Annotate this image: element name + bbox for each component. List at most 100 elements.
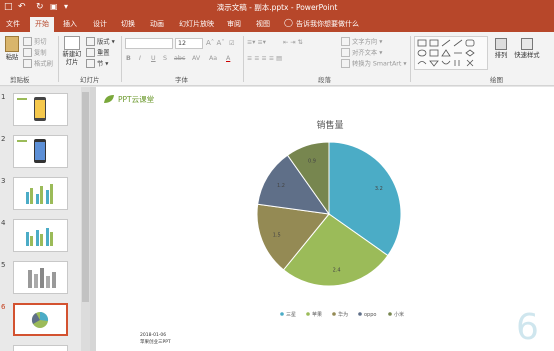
tab-file[interactable]: 文件	[6, 19, 20, 29]
change-case-button[interactable]: Aa	[209, 54, 217, 63]
font-group-label: 字体	[175, 76, 188, 84]
window-title: 演示文稿 - 副本.pptx - PowerPoint	[216, 3, 338, 12]
drawing-group-label: 绘图	[490, 76, 503, 84]
shadow-button[interactable]: S	[163, 54, 167, 63]
legend-label: 苹果	[312, 311, 322, 318]
bullets-button[interactable]: ≡▾ ≡▾	[247, 38, 266, 47]
clear-format-icon[interactable]: ☑	[229, 39, 235, 48]
align-buttons[interactable]: ≡ ≡ ≡ ≡ ▤	[247, 54, 282, 63]
thumb-number: 2	[1, 135, 6, 143]
slide-date: 2018-01-06	[140, 333, 167, 338]
data-label: 1.2	[277, 183, 285, 189]
text-direction-icon	[341, 37, 350, 46]
scrollbar-thumb[interactable]	[82, 92, 89, 302]
scissors-icon	[23, 37, 32, 46]
char-spacing-button[interactable]: AV	[192, 54, 200, 63]
tab-review[interactable]: 审阅	[227, 19, 241, 29]
new-slide-button[interactable]: 新建幻灯片	[60, 36, 84, 67]
lightbulb-icon: ◯	[284, 18, 293, 27]
align-text-button[interactable]: 对齐文本 ▾	[341, 48, 382, 58]
arrange-icon	[495, 38, 507, 50]
quick-styles-icon	[521, 38, 533, 50]
slides-group-label: 幻灯片	[80, 76, 100, 84]
clipboard-group-label: 剪贴板	[10, 76, 30, 84]
legend-marker	[358, 312, 362, 316]
font-size-combo[interactable]: 12	[175, 38, 203, 49]
thumb-preview	[26, 228, 53, 246]
slide-thumbnail-7[interactable]	[13, 345, 68, 351]
tab-home[interactable]: 开始	[30, 17, 54, 33]
slide-page-number: 6	[516, 307, 539, 348]
legend-marker	[280, 312, 284, 316]
slide-thumbnail-2[interactable]	[13, 135, 68, 168]
layout-label: 版式	[97, 38, 110, 46]
legend-marker	[388, 312, 392, 316]
paste-button[interactable]: 粘贴	[2, 36, 22, 62]
new-slide-icon	[64, 36, 80, 50]
legend-label: 三星	[286, 312, 296, 318]
current-slide[interactable]: PPT云课堂 销售量 3.2 2.4 1.5 1.2 0.9 三星 苹果 华为 oppo 小米 …	[96, 87, 554, 351]
tab-animations[interactable]: 动画	[150, 19, 164, 29]
quick-styles-label: 快速样式	[514, 52, 540, 59]
slide-thumbnail-3[interactable]	[13, 177, 68, 210]
thumb-preview	[31, 311, 49, 328]
format-painter-button[interactable]: 格式刷	[23, 59, 53, 69]
thumb-preview	[28, 268, 56, 288]
section-icon	[86, 59, 95, 68]
thumb-number: 6	[1, 303, 6, 311]
copy-label: 复制	[34, 49, 47, 57]
copy-button[interactable]: 复制	[23, 48, 47, 58]
smartart-button[interactable]: 转换为 SmartArt ▾	[341, 59, 406, 69]
section-button[interactable]: 节 ▾	[86, 59, 108, 69]
underline-button[interactable]: U	[151, 54, 156, 63]
tab-slideshow[interactable]: 幻灯片放映	[179, 19, 214, 29]
title-bar: □ ↶ ↻ ▣ ▾ 演示文稿 - 副本.pptx - PowerPoint	[0, 0, 554, 15]
pie-chart[interactable]: 销售量 3.2 2.4 1.5 1.2 0.9 三星 苹果 华为 oppo 小米	[96, 87, 554, 351]
brush-icon	[23, 59, 32, 68]
tab-design[interactable]: 设计	[93, 19, 107, 29]
bold-button[interactable]: B	[126, 54, 131, 63]
align-text-label: 对齐文本	[352, 49, 378, 57]
legend-marker	[332, 312, 336, 316]
thumb-number: 4	[1, 219, 6, 227]
data-label: 0.9	[308, 158, 316, 164]
cut-button[interactable]: 剪切	[23, 37, 47, 47]
smartart-label: 转换为 SmartArt	[352, 60, 402, 68]
arrange-button[interactable]: 排列	[492, 38, 510, 60]
text-direction-button[interactable]: 文字方向 ▾	[341, 37, 382, 47]
separator	[410, 36, 411, 82]
chart-legend: 三星 苹果 华为 oppo 小米	[280, 311, 404, 318]
font-name-combo[interactable]	[125, 38, 173, 49]
tell-me-box[interactable]: 告诉我你想要做什么	[296, 19, 359, 29]
reset-button[interactable]: 重置	[86, 48, 110, 58]
layout-button[interactable]: 版式 ▾	[86, 37, 115, 47]
strikethrough-button[interactable]: abc	[174, 54, 185, 63]
tab-view[interactable]: 视图	[256, 19, 270, 29]
paragraph-group-label: 段落	[318, 76, 331, 84]
copy-icon	[23, 48, 32, 57]
data-label: 2.4	[333, 268, 341, 274]
slide-thumbnail-5[interactable]	[13, 261, 68, 294]
quick-styles-button[interactable]: 快速样式	[513, 38, 541, 60]
shapes-gallery[interactable]	[414, 36, 488, 70]
reset-label: 重置	[97, 49, 110, 57]
italic-button[interactable]: I	[139, 54, 141, 63]
tab-insert[interactable]: 插入	[63, 19, 77, 29]
ribbon-tab-bar: 文件 开始 插入 设计 切换 动画 幻灯片放映 审阅 视图 ◯ 告诉我你想要做什…	[0, 15, 554, 33]
font-size-value: 12	[178, 40, 187, 47]
section-label: 节	[97, 60, 104, 68]
tab-transitions[interactable]: 切换	[121, 19, 135, 29]
new-slide-label: 新建幻灯片	[62, 51, 82, 66]
slide-thumbnail-4[interactable]	[13, 219, 68, 252]
indent-button[interactable]: ⇤ ⇥ ⇅	[283, 38, 303, 47]
separator	[243, 36, 244, 82]
slide-thumbnail-6[interactable]	[13, 303, 68, 336]
legend-label: 华为	[338, 311, 348, 318]
data-label: 1.5	[273, 233, 281, 239]
thumb-preview	[26, 184, 53, 204]
thumb-number: 3	[1, 177, 6, 185]
grow-font-button[interactable]: Aˆ Aˇ	[206, 39, 225, 48]
slide-thumbnail-1[interactable]	[13, 93, 68, 126]
layout-icon	[86, 37, 95, 46]
font-color-button[interactable]: A	[226, 54, 230, 63]
